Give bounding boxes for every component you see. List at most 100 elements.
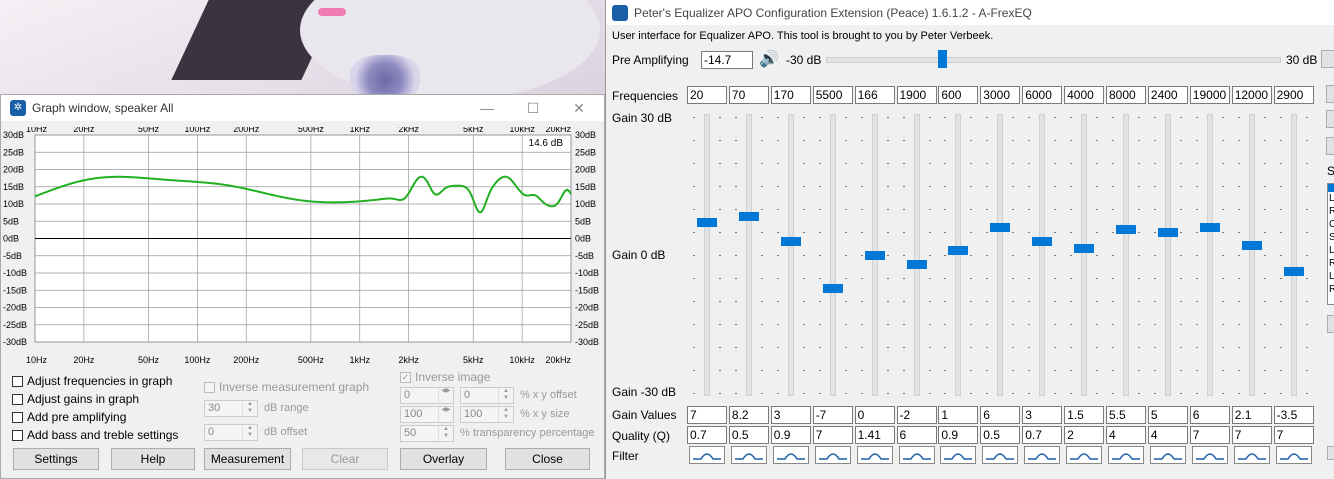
side-button[interactable]	[1326, 110, 1334, 128]
close-button[interactable]: Close	[505, 448, 590, 470]
frequency-field[interactable]: 4000	[1064, 86, 1105, 104]
speaker-icon[interactable]: 🔊	[759, 49, 779, 69]
stepper-arrows-icon[interactable]: ▲ ▼	[498, 388, 513, 403]
gain-slider-thumb[interactable]	[864, 251, 885, 260]
target-list-item[interactable]: L	[1328, 270, 1334, 283]
graph-window-titlebar[interactable]: ✲ Graph window, speaker All — ☐ ✕	[1, 95, 604, 121]
frequency-field[interactable]: 70	[728, 86, 769, 104]
gain-slider-track[interactable]	[1123, 114, 1129, 396]
gain-field[interactable]: 7	[687, 406, 727, 424]
frequency-field[interactable]: 170	[770, 86, 811, 104]
gain-field[interactable]: -7	[812, 406, 853, 424]
inverse-measurement-checkbox[interactable]: Inverse measurement graph	[204, 380, 369, 394]
frequency-field[interactable]: 166	[854, 86, 895, 104]
quality-field[interactable]: 0.7	[687, 426, 727, 444]
gain-slider-thumb[interactable]	[780, 236, 801, 246]
gain-field[interactable]: 2.1	[1231, 406, 1272, 424]
filter-type-button[interactable]	[1066, 446, 1103, 464]
filter-type-button[interactable]	[772, 446, 809, 464]
frequency-field[interactable]: 2400	[1147, 86, 1188, 104]
pre-amp-slider-thumb[interactable]	[937, 50, 947, 68]
quality-field[interactable]: 7	[1273, 426, 1314, 444]
gain-field[interactable]: -2	[896, 406, 937, 424]
minimize-icon[interactable]: —	[464, 95, 510, 121]
frequency-field[interactable]: 12000	[1231, 86, 1272, 104]
gain-slider-thumb[interactable]	[1283, 267, 1304, 277]
filter-type-button[interactable]	[1149, 446, 1186, 464]
maximize-icon[interactable]: ☐	[510, 95, 556, 121]
target-list-item[interactable]: C	[1328, 218, 1334, 231]
gain-slider-thumb[interactable]	[1116, 225, 1136, 235]
pre-amp-field[interactable]: -14.7	[701, 51, 753, 69]
quality-field[interactable]: 6	[896, 426, 937, 444]
stepper-arrows-icon[interactable]: ▲ ▼	[498, 407, 513, 422]
filter-type-button[interactable]	[730, 446, 767, 464]
filter-type-button[interactable]	[940, 446, 977, 464]
quality-field[interactable]: 0.9	[938, 426, 979, 444]
gain-slider-thumb[interactable]	[697, 218, 717, 228]
gain-slider-thumb[interactable]	[948, 246, 969, 256]
gain-field[interactable]: 5.5	[1106, 406, 1146, 424]
y-size-stepper[interactable]: 100 ▲ ▼	[460, 406, 514, 423]
overlay-button[interactable]: Overlay	[400, 448, 487, 470]
gain-slider-track[interactable]	[1290, 114, 1297, 396]
filter-type-button[interactable]	[982, 446, 1019, 464]
frequency-field[interactable]: 19000	[1189, 86, 1230, 104]
quality-field[interactable]: 4	[1147, 426, 1188, 444]
filter-type-button[interactable]	[1275, 446, 1312, 464]
db-offset-stepper[interactable]: 0 ▲ ▼	[204, 424, 258, 441]
checkbox-box[interactable]	[12, 429, 23, 441]
quality-field[interactable]: 1.41	[854, 426, 895, 444]
gain-slider-track[interactable]	[997, 114, 1004, 396]
stepper-arrows-icon[interactable]: ◀▶	[438, 388, 453, 403]
quality-field[interactable]: 0.9	[770, 426, 811, 444]
stepper-arrows-icon[interactable]: ◀▶	[438, 407, 453, 422]
frequency-field[interactable]: 600	[938, 86, 979, 104]
gain-field[interactable]: 6	[980, 406, 1021, 424]
gain-slider-thumb[interactable]	[1241, 241, 1262, 251]
adjust-frequencies-checkbox[interactable]: Adjust frequencies in graph	[12, 374, 172, 388]
quality-field[interactable]: 0.5	[728, 426, 769, 444]
measurement-button[interactable]: Measurement	[204, 448, 291, 470]
target-list-item[interactable]: S	[1328, 231, 1334, 244]
inverse-image-checkbox[interactable]: ✓ Inverse image	[400, 370, 490, 384]
add-bass-treble-checkbox[interactable]: Add bass and treble settings	[12, 428, 178, 442]
close-icon[interactable]: ✕	[556, 95, 602, 121]
checkbox-box[interactable]	[12, 375, 23, 387]
clear-button[interactable]: Clear	[302, 448, 388, 470]
filter-type-button[interactable]	[689, 446, 725, 464]
gain-slider-track[interactable]	[1081, 114, 1088, 396]
help-button[interactable]: Help	[111, 448, 195, 470]
x-offset-stepper[interactable]: 0 ◀▶	[400, 387, 454, 404]
filter-type-button[interactable]	[898, 446, 935, 464]
gain-slider-track[interactable]	[913, 114, 920, 396]
side-button[interactable]	[1326, 137, 1334, 155]
peace-titlebar[interactable]: Peter's Equalizer APO Configuration Exte…	[606, 0, 1334, 25]
frequency-response-graph[interactable]: 10Hz 10Hz 20Hz 20Hz 50Hz 50Hz 100Hz 100Hz 200Hz 2…	[1, 127, 606, 367]
quality-field[interactable]: 2	[1064, 426, 1105, 444]
frequency-field[interactable]: 1900	[896, 86, 937, 104]
frequency-field[interactable]: 8000	[1106, 86, 1146, 104]
frequency-field[interactable]: 3000	[980, 86, 1021, 104]
checkbox-box[interactable]	[12, 411, 23, 423]
filter-type-button[interactable]	[856, 446, 893, 464]
gain-field[interactable]: 1.5	[1064, 406, 1105, 424]
settings-button[interactable]: Settings	[13, 448, 99, 470]
frequency-field[interactable]: 2900	[1273, 86, 1314, 104]
side-button[interactable]	[1327, 446, 1334, 460]
gain-slider-thumb[interactable]	[906, 260, 927, 270]
gain-slider-track[interactable]	[1248, 114, 1255, 396]
target-list[interactable]: LRCSLRLR	[1327, 183, 1334, 305]
gain-field[interactable]: 3	[770, 406, 811, 424]
side-button[interactable]	[1326, 85, 1334, 103]
checkbox-box[interactable]	[12, 393, 23, 405]
gain-field[interactable]: -3.5	[1273, 406, 1314, 424]
gain-slider-track[interactable]	[829, 114, 836, 396]
gain-slider-thumb[interactable]	[1199, 222, 1220, 232]
gain-field[interactable]: 5	[1147, 406, 1188, 424]
adjust-gains-checkbox[interactable]: Adjust gains in graph	[12, 392, 139, 406]
gain-slider-track[interactable]	[1206, 114, 1213, 396]
quality-field[interactable]: 0.5	[980, 426, 1021, 444]
add-pre-amplifying-checkbox[interactable]: Add pre amplifying	[12, 410, 126, 424]
quality-field[interactable]: 4	[1106, 426, 1146, 444]
